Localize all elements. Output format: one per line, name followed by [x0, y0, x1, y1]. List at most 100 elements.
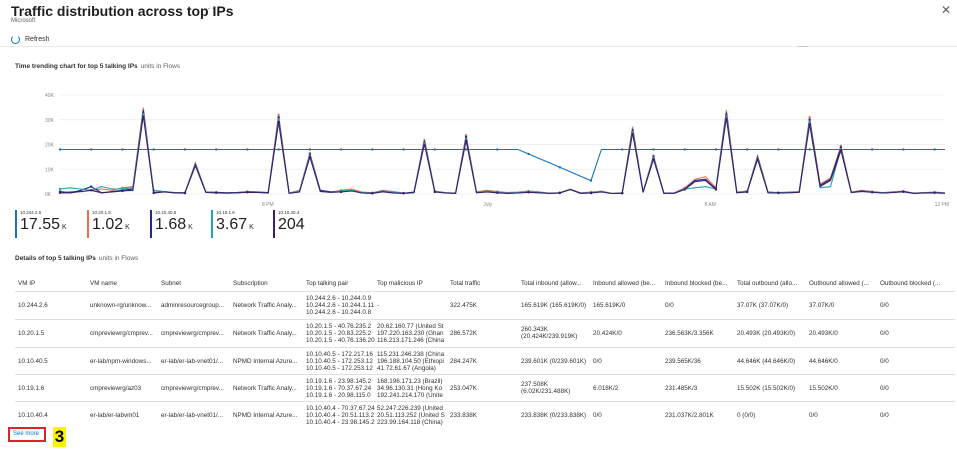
refresh-button[interactable]: Refresh: [11, 35, 50, 44]
data-point: [402, 148, 405, 151]
cell-malicious: 115.231.246.238 (China 196.188.104.50 (Et…: [377, 351, 447, 372]
cell-total-in: 237.508K (6.02K/231.488K): [521, 381, 591, 395]
data-point: [527, 191, 530, 194]
x-tick-label: 8 AM: [704, 202, 715, 208]
data-point: [277, 116, 280, 119]
cell-total: 253.047K: [450, 385, 477, 392]
column-header[interactable]: VM name: [90, 280, 160, 287]
legend-item-10-10-40-5[interactable]: 10.10.40.5 1.68 K: [150, 210, 193, 238]
data-point: [870, 148, 874, 151]
data-point: [246, 148, 249, 151]
data-point: [870, 191, 874, 194]
legend-item-10-244-2-6[interactable]: 10.244.2.6 17.55 K: [15, 210, 67, 238]
cell-out-blocked: 0/0: [880, 358, 889, 365]
cell-line: 52.247.226.239 (United: [377, 404, 443, 412]
data-point: [683, 188, 686, 191]
details-title-text: Details of top 5 talking IPs: [15, 255, 96, 262]
trend-title-text: Time trending chart for top 5 talking IP…: [15, 63, 138, 70]
column-header[interactable]: Total inbound (allow...: [521, 280, 591, 287]
column-header[interactable]: Top talking pair: [306, 280, 376, 287]
cell-vm-ip: 10.244.2.6: [18, 302, 48, 309]
data-point: [90, 189, 93, 192]
cell-out-blocked: 0/0: [880, 385, 889, 392]
cell-line: 168.196.171.23 (Brazil): [377, 377, 443, 385]
data-point: [90, 148, 93, 151]
data-point: [777, 148, 780, 151]
series-line-10-10-40-4: [60, 115, 946, 195]
cell-malicious: 52.247.226.239 (United 20.51.113.252 (Uni…: [377, 405, 447, 426]
x-tick-label: July: [483, 202, 492, 208]
column-header[interactable]: Outbound allowed (...: [809, 280, 879, 287]
data-point: [433, 190, 437, 194]
cell-total: 286.572K: [450, 330, 477, 337]
cell-line: 10.19.1.6 - 23.98.145.2: [306, 377, 372, 385]
data-point: [308, 155, 312, 159]
step-badge: 3: [53, 427, 66, 447]
cell-out-blocked: 0/0: [880, 330, 889, 337]
cell-line: 20.62.160.77 (United St: [377, 322, 444, 330]
cell-out-allowed: 0/0: [809, 412, 818, 419]
cell-in-allowed: 0/0: [593, 358, 602, 365]
cell-line: 41.72.61.67 (Angola): [377, 364, 436, 372]
cell-malicious: -: [377, 302, 447, 309]
data-point: [433, 148, 437, 151]
column-header[interactable]: Outbound blocked (...: [880, 280, 950, 287]
data-point: [90, 185, 93, 188]
table-row[interactable]: 10.10.40.5 er-lab/npm-windows... er-lab/er…: [15, 347, 955, 374]
series-line-10-20-1-5: [59, 107, 946, 194]
see-more-link[interactable]: See more: [13, 431, 39, 437]
data-point: [402, 192, 405, 195]
legend-item-10-20-1-5[interactable]: 10.20.1.5 1.02 K: [87, 210, 130, 238]
cell-line: 10.19.1.6 - 70.37.67.24: [306, 384, 372, 392]
legend-item-10-19-1-6[interactable]: 10.19.1.6 3.67 K: [211, 210, 254, 238]
cell-vm-ip: 10.10.40.5: [18, 358, 48, 365]
cell-total-in: 233.838K (0/233.838K): [521, 412, 591, 419]
column-header[interactable]: Total outbound (allo...: [737, 280, 807, 287]
cell-line: 34.96.130.31 (Hong Ko: [377, 384, 443, 392]
data-point: [902, 190, 905, 193]
column-header[interactable]: Subscription: [233, 280, 303, 287]
cell-in-allowed: 0/0: [593, 412, 602, 419]
cell-line: 20.51.113.252 (United S: [377, 411, 445, 419]
data-point: [121, 189, 124, 193]
cell-subnet: er-lab/er-lab-vnet01/...: [161, 358, 223, 365]
cell-total-in: 239.601K (0/239.601K): [521, 358, 591, 365]
column-header[interactable]: VM IP: [18, 280, 88, 287]
column-header[interactable]: Inbound allowed (be...: [593, 280, 663, 287]
legend-item-10-10-40-4[interactable]: 10.10.40.4 204: [273, 210, 307, 238]
data-point: [464, 139, 468, 142]
data-point: [214, 191, 218, 194]
table-row[interactable]: 10.10.40.4 er-lab/er-labvm01 er-lab/er-lab…: [15, 401, 955, 428]
column-header[interactable]: Subnet: [161, 280, 231, 287]
data-point: [808, 148, 811, 151]
cell-subnet: cmpreviewrg/cmprev...: [161, 330, 224, 337]
cell-line: 260.343K: [521, 326, 548, 333]
cell-total-out: 44.646K (44.646K/0): [737, 358, 796, 365]
cell-total: 322.475K: [450, 302, 477, 309]
data-point: [621, 148, 624, 151]
cell-pairs: 10.20.1.5 - 40.76.235.2 10.20.1.5 - 20.83…: [306, 323, 376, 344]
close-icon[interactable]: ✕: [941, 3, 951, 17]
column-header[interactable]: Inbound blocked (be...: [665, 280, 735, 287]
y-tick-label: 30K: [45, 118, 55, 124]
time-trend-chart[interactable]: 40K 30K 20K 10K 0K 8 PM July 8 AM 12 PM: [0, 80, 957, 210]
table-row[interactable]: 10.20.1.5 cmpreviewrg/cmprev... cmpreviewr…: [15, 319, 955, 346]
data-point: [621, 192, 624, 195]
data-point: [527, 152, 530, 156]
x-tick-label: 8 PM: [262, 202, 274, 208]
column-header[interactable]: Top malicious IP: [377, 280, 447, 287]
column-header[interactable]: Total traffic: [450, 280, 520, 287]
cell-line: 165.619K (165.619K/0): [521, 301, 587, 309]
data-point: [277, 148, 280, 151]
table-row[interactable]: 10.19.1.6 cmpreviewrg/az03 cmpreviewrg/cmp…: [15, 374, 955, 401]
legend-value: 17.55: [20, 216, 61, 233]
cell-line: 239.601K (0/239.601K): [521, 357, 587, 365]
table-row[interactable]: 10.244.2.6 unknown-rg/unknow... adminresou…: [15, 291, 955, 318]
data-point: [777, 191, 780, 195]
cell-subscription: Network Traffic Analy...: [233, 302, 297, 309]
cell-line: 115.231.246.238 (China: [377, 350, 445, 358]
y-tick-label: 40K: [45, 93, 55, 99]
trend-chart-title: Time trending chart for top 5 talking IP…: [15, 63, 180, 70]
cell-total: 284.247K: [450, 358, 477, 365]
more-options-icon[interactable]: ···: [203, 3, 216, 14]
